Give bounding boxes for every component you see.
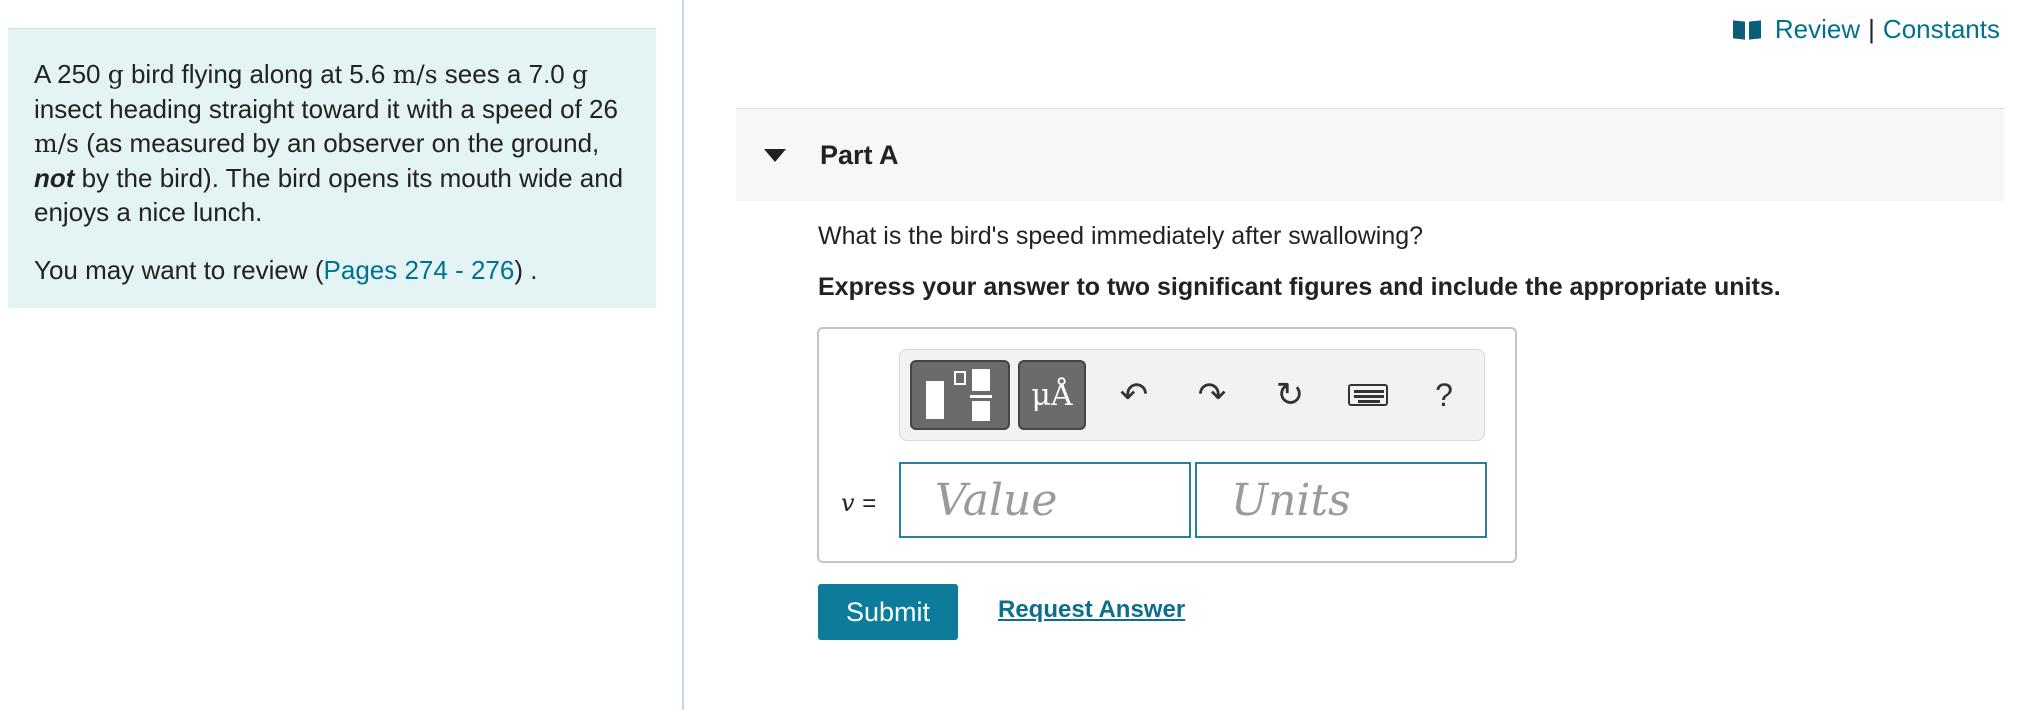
question-text: What is the bird's speed immediately aft… — [818, 222, 1424, 250]
caret-down-icon[interactable] — [764, 148, 786, 162]
templates-button[interactable] — [910, 360, 1010, 430]
redo-icon[interactable]: ↷ — [1184, 364, 1240, 426]
units-symbols-button[interactable]: μÅ — [1018, 360, 1086, 430]
panel-divider — [682, 0, 684, 710]
math-toolbar: μÅ ↶ ↷ ↻ ? — [899, 349, 1485, 441]
part-a-header[interactable]: Part A — [736, 109, 2004, 201]
review-line: You may want to review (Pages 274 - 276)… — [34, 255, 538, 285]
answer-box: μÅ ↶ ↷ ↻ ? v = — [817, 327, 1517, 563]
help-button[interactable]: ? — [1416, 364, 1472, 426]
resource-links: Review | Constants — [1733, 14, 2000, 45]
book-icon — [1733, 19, 1761, 41]
submit-button[interactable]: Submit — [818, 584, 958, 640]
keyboard-icon — [1348, 384, 1388, 406]
request-answer-link[interactable]: Request Answer — [998, 596, 1185, 624]
problem-statement-panel: A 250 g bird flying along at 5.6 m/s see… — [8, 28, 656, 308]
part-title: Part A — [820, 139, 899, 170]
constants-link[interactable]: Constants — [1883, 14, 2000, 45]
undo-icon[interactable]: ↶ — [1106, 364, 1162, 426]
review-pages-link[interactable]: Pages 274 - 276 — [324, 255, 515, 285]
reset-icon[interactable]: ↻ — [1262, 364, 1318, 426]
variable-label: v = — [841, 489, 877, 517]
units-input[interactable] — [1195, 462, 1487, 538]
templates-icon — [920, 367, 1000, 423]
problem-text: A 250 g bird flying along at 5.6 m/s see… — [34, 59, 624, 227]
review-link[interactable]: Review — [1775, 14, 1860, 45]
keyboard-button[interactable] — [1340, 364, 1396, 426]
value-input[interactable] — [899, 462, 1191, 538]
instruction-text: Express your answer to two significant f… — [818, 273, 1781, 301]
link-separator: | — [1868, 14, 1875, 44]
